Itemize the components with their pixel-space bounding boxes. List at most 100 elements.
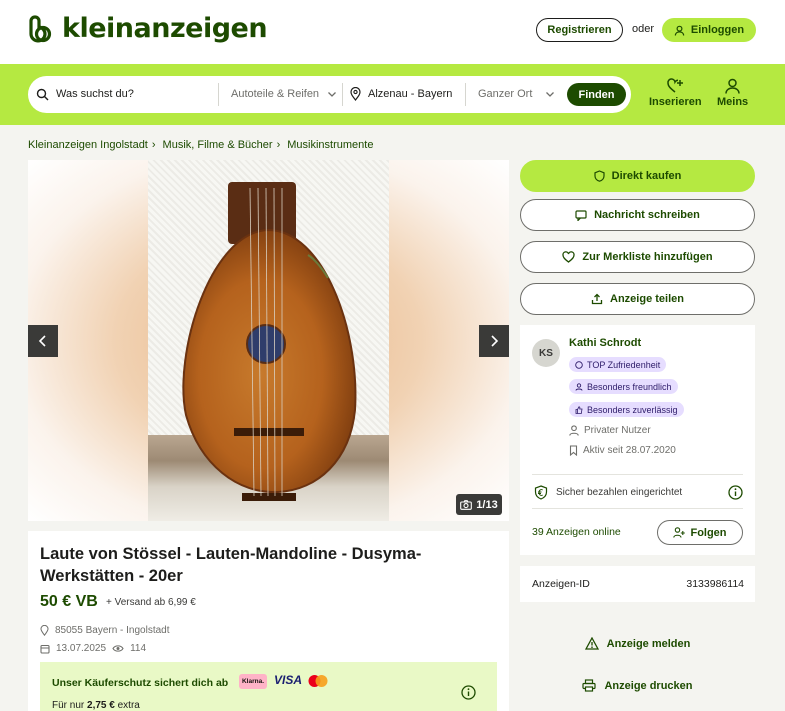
seller-badge: TOP Zufriedenheit	[569, 357, 667, 372]
eye-icon	[112, 645, 124, 652]
search-band: Was suchst du? Autoteile & Reifen Alzena…	[0, 64, 785, 125]
ad-views: 114	[130, 643, 147, 654]
post-ad-button[interactable]: Inserieren	[649, 78, 702, 108]
search-divider	[218, 83, 219, 106]
buyer-protection-box: Unser Käuferschutz sichert dich ab Klarn…	[40, 662, 497, 711]
search-form: Was suchst du? Autoteile & Reifen Alzena…	[28, 76, 631, 113]
user-icon	[725, 78, 740, 94]
avatar[interactable]: KS	[532, 339, 560, 367]
smiley-icon	[575, 360, 583, 369]
ad-id-label: Anzeigen-ID	[532, 578, 590, 590]
lute-image	[182, 182, 357, 501]
mastercard-logo	[308, 675, 328, 687]
divider	[532, 474, 743, 475]
report-ad-label: Anzeige melden	[606, 637, 691, 650]
buy-now-button[interactable]: Direkt kaufen	[520, 160, 755, 192]
buyer-protection-text: Unser Käuferschutz sichert dich ab	[52, 677, 229, 689]
seller-badge-text: Besonders freundlich	[587, 381, 672, 392]
ad-id-card: Anzeigen-ID 3133986114	[520, 566, 755, 602]
seller-active-since: Aktiv seit 28.07.2020	[569, 445, 676, 456]
follow-button[interactable]: Folgen	[657, 520, 743, 545]
logo[interactable]: kleinanzeigen	[28, 13, 268, 44]
radius-select[interactable]: Ganzer Ort	[478, 88, 532, 100]
my-account-button[interactable]: Meins	[717, 78, 748, 108]
seller-name[interactable]: Kathi Schrodt	[569, 337, 641, 349]
bookmark-icon	[569, 445, 578, 456]
chevron-right-icon	[491, 335, 499, 347]
next-image-button[interactable]	[479, 325, 509, 357]
ad-location: 85055 Bayern - Ingolstadt	[40, 625, 170, 636]
warning-icon	[584, 637, 599, 650]
shield-icon	[594, 170, 605, 182]
buy-now-label: Direkt kaufen	[611, 170, 682, 182]
breadcrumb-item[interactable]: Kleinanzeigen Ingolstadt	[28, 139, 148, 151]
search-input[interactable]: Was suchst du?	[56, 88, 134, 100]
heart-icon	[562, 251, 576, 263]
print-ad-button[interactable]: Anzeige drucken	[520, 679, 755, 692]
protection-sub-suffix: extra	[117, 700, 140, 711]
category-select[interactable]: Autoteile & Reifen	[231, 88, 319, 100]
search-divider	[465, 83, 466, 106]
ad-location-text: 85055 Bayern - Ingolstadt	[55, 625, 170, 636]
print-ad-label: Anzeige drucken	[604, 679, 693, 692]
camera-icon	[460, 499, 473, 510]
chevron-left-icon	[38, 335, 46, 347]
buyer-protection-price: Für nur 2,75 € extra	[52, 700, 140, 711]
search-divider	[342, 83, 343, 106]
image-gallery[interactable]: 1/13	[28, 160, 509, 521]
share-icon	[591, 293, 603, 305]
my-account-label: Meins	[717, 96, 749, 108]
previous-image-button[interactable]	[28, 325, 58, 357]
follow-label: Folgen	[690, 526, 727, 539]
ad-id-value: 3133986114	[686, 578, 744, 590]
location-input[interactable]: Alzenau - Bayern	[368, 88, 452, 100]
seller-badge-text: Besonders zuverlässig	[587, 404, 678, 415]
register-button[interactable]: Registrieren	[536, 18, 623, 42]
euro-shield-icon	[534, 485, 548, 500]
share-ad-button[interactable]: Anzeige teilen	[520, 283, 755, 315]
friendly-icon	[575, 382, 583, 391]
seller-ads-online-link[interactable]: 39 Anzeigen online	[532, 526, 621, 538]
secure-payment-text: Sicher bezahlen eingerichtet	[556, 487, 683, 498]
chevron-down-icon	[328, 92, 336, 97]
printer-icon	[582, 679, 597, 692]
secure-payment-row: Sicher bezahlen eingerichtet	[534, 485, 743, 500]
find-button[interactable]: Finden	[567, 83, 626, 106]
add-to-watchlist-button[interactable]: Zur Merkliste hinzufügen	[520, 241, 755, 273]
top-header: kleinanzeigen Registrieren oder Einlogge…	[0, 0, 785, 64]
heart-plus-icon	[667, 78, 683, 93]
user-icon	[569, 425, 579, 436]
logo-text: kleinanzeigen	[62, 13, 268, 44]
breadcrumb-item[interactable]: Musik, Filme & Bücher	[163, 139, 273, 151]
calendar-icon	[40, 644, 50, 654]
seller-card: KS Kathi Schrodt TOP Zufriedenheit Beson…	[520, 325, 755, 555]
logo-icon	[29, 14, 52, 43]
ad-meta-row: 13.07.2025 114	[40, 643, 146, 654]
login-button[interactable]: Einloggen	[662, 18, 756, 42]
report-ad-button[interactable]: Anzeige melden	[520, 637, 755, 650]
seller-badge: Besonders freundlich	[569, 379, 678, 394]
location-pin-icon	[40, 625, 49, 636]
visa-logo: VISA	[274, 673, 303, 687]
write-message-button[interactable]: Nachricht schreiben	[520, 199, 755, 231]
breadcrumb-item[interactable]: Musikinstrumente	[287, 139, 373, 151]
login-label: Einloggen	[690, 24, 745, 36]
add-to-watchlist-label: Zur Merkliste hinzufügen	[582, 251, 713, 263]
info-icon[interactable]	[728, 485, 743, 500]
search-icon	[36, 88, 49, 101]
seller-active-since-text: Aktiv seit 28.07.2020	[583, 445, 676, 456]
image-counter: 1/13	[456, 494, 502, 515]
ad-price: 50 € VB	[40, 593, 98, 610]
product-photo[interactable]	[148, 160, 389, 521]
shipping-cost: + Versand ab 6,99 €	[106, 597, 196, 608]
image-counter-text: 1/13	[476, 498, 498, 511]
klarna-logo: Klarna.	[239, 674, 267, 689]
ad-title: Laute von Stössel - Lauten-Mandoline - D…	[40, 545, 422, 585]
chevron-down-icon	[546, 92, 554, 97]
ad-details-card: Laute von Stössel - Lauten-Mandoline - D…	[28, 531, 509, 711]
seller-type-text: Privater Nutzer	[584, 425, 651, 436]
info-icon[interactable]	[461, 685, 476, 700]
divider	[532, 508, 743, 509]
share-ad-label: Anzeige teilen	[610, 293, 684, 305]
post-ad-label: Inserieren	[649, 96, 702, 108]
